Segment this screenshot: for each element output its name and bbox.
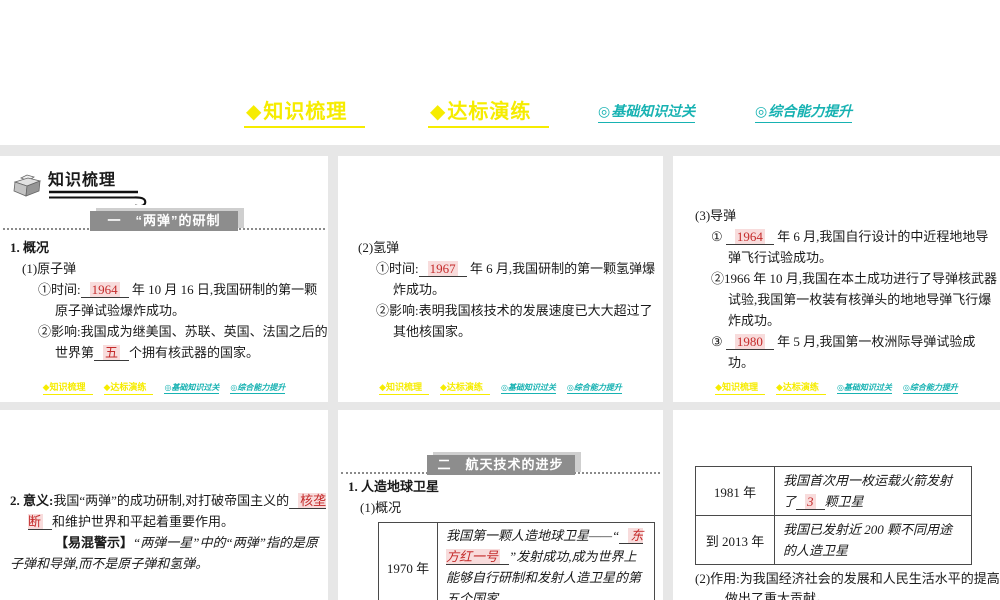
fact-line: ①时间: 1967 年 6 月,我国研制的第一颗氢弹爆炸成功。 [376,258,663,300]
topic-banner-row: 一 “两弹”的研制 [0,209,328,231]
mini-footer-nav: ◆知识梳理 ◆达标演练 ◎基础知识过关 ◎综合能力提升 [673,380,1000,395]
mini-nav-drill[interactable]: ◆达标演练 [103,380,154,395]
text-segment: ①时间: [376,261,419,276]
table-row: 1981 年 我国首次用一枚运载火箭发射了 3 颗卫星 [695,466,972,516]
text-segment: 我国“两弹”的成功研制,对打破帝国主义的 [53,493,290,508]
answer-blank: 1964 [80,282,129,298]
text-segment: ① [711,229,726,244]
answer-text: 五 [103,345,121,360]
ring-icon: ◎ [755,105,768,120]
heading-overview: 1. 概况 [10,240,50,255]
panel-missiles: (3)导弹 ① 1964 年 6 月,我国自行设计的中近程地地导弹飞行试验成功。… [673,156,1000,402]
event-cell: 我国首次用一枚运载火箭发射了 3 颗卫星 [774,466,972,516]
answer-text: 1980 [734,334,765,349]
mini-nav-comprehensive[interactable]: ◎综合能力提升 [566,382,622,394]
diamond-icon: ◆ [246,101,263,123]
role-line: (2)作用:为我国经济社会的发展和人民生活水平的提高做出了重大贡献。 [695,569,1000,600]
fact-line: ②影响:表明我国核技术的发展速度已大大超过了其他核国家。 [376,300,663,342]
text-segment: ①时间: [38,282,81,297]
text-segment: 我国第一颗人造地球卫星——“ [446,528,620,543]
fact-line: ②影响:我国成为继美国、苏联、英国、法国之后的世界第五个拥有核武器的国家。 [38,321,328,363]
answer-blank: 五 [94,345,130,361]
panel-atomic-bomb: 知识梳理 一 “两弹”的研制 1. 概况 (1)原子弹 ①时间: 1964 年 1… [0,156,328,402]
knowledge-cube-icon [13,174,42,197]
heading-satellite: 1. 人造地球卫星 [348,479,440,494]
nav-basic-knowledge[interactable]: ◎基础知识过关 [598,101,696,123]
mini-nav-basic[interactable]: ◎基础知识过关 [164,382,220,394]
table-row: 到 2013 年 我国已发射近 200 颗不同用途的人造卫星 [695,515,972,565]
nav-label: 达标演练 [447,101,532,123]
answer-text: 1964 [734,229,765,244]
year-cell: 1981 年 [695,466,775,516]
topic-banner-row: 二 航天技术的进步 [338,453,663,475]
fact-line: ②1966 年 10 月,我国在本土成功进行了导弹核武器试验,我国第一枚装有核弹… [711,268,1000,331]
answer-blank: 1967 [418,261,467,277]
panel-significance: 2. 意义:我国“两弹”的成功研制,对打破帝国主义的 核垄断 和维护世界和平起着重要… [0,410,328,600]
mini-footer-nav: ◆知识梳理 ◆达标演练 ◎基础知识过关 ◎综合能力提升 [0,380,328,395]
section-title: 知识梳理 [48,172,117,189]
satellite-timeline-table: 1970 年 我国第一颗人造地球卫星——“ 东方红一号 ”发射成功,成为世界上能够自… [378,522,655,600]
ring-icon: ◎ [598,105,611,120]
panel-satellite-launches: 1981 年 我国首次用一枚运载火箭发射了 3 颗卫星 到 2013 年 我国已发射… [673,410,1000,600]
mini-footer-nav: ◆知识梳理 ◆达标演练 ◎基础知识过关 ◎综合能力提升 [338,380,663,395]
mini-nav-drill[interactable]: ◆达标演练 [776,380,826,395]
warning-note: 【易混警示】“两弹一星”中的“两弹”指的是原子弹和导弹,而不是原子弹和氢弹。 [10,532,328,574]
text-segment: 2. 意义: [10,493,54,508]
text-segment: 我国已发射近 200 颗不同用途的人造卫星 [783,522,953,558]
event-cell: 我国已发射近 200 颗不同用途的人造卫星 [774,515,972,565]
text-segment: ③ [711,334,726,349]
diamond-icon: ◆ [430,101,447,123]
text-segment: ②影响:表明我国核技术的发展速度已大大超过了其他核国家。 [376,303,653,339]
answer-text: 1964 [89,282,120,297]
subheading-missile: (3)导弹 [695,208,737,223]
nav-label: 知识梳理 [263,101,348,123]
subheading-hydrogen: (2)氢弹 [358,240,400,255]
significance-line: 2. 意义:我国“两弹”的成功研制,对打破帝国主义的 核垄断 和维护世界和平起着重要… [10,490,328,532]
topic-banner: 二 航天技术的进步 [426,455,575,475]
text-segment: ②1966 年 10 月,我国在本土成功进行了导弹核武器试验,我国第一枚装有核弹… [711,271,998,328]
answer-text: 1967 [427,261,458,276]
mini-nav-comprehensive[interactable]: ◎综合能力提升 [230,382,286,394]
satellite-timeline-table: 1981 年 我国首次用一枚运载火箭发射了 3 颗卫星 到 2013 年 我国已发射… [695,466,972,565]
mini-nav-knowledge[interactable]: ◆知识梳理 [379,380,430,395]
nav-label: 综合能力提升 [768,105,853,120]
text-segment: 和维护世界和平起着重要作用。 [52,514,235,529]
mini-nav-drill[interactable]: ◆达标演练 [440,380,490,395]
text-segment: 颗卫星 [824,494,864,509]
fact-line: ①时间: 1964 年 10 月 16 日,我国研制的第一颗原子弹试验爆炸成功。 [38,279,328,321]
answer-text: 3 [805,494,816,509]
table-row: 1970 年 我国第一颗人造地球卫星——“ 东方红一号 ”发射成功,成为世界上能够自… [378,522,655,600]
nav-standard-drill[interactable]: ◆达标演练 [428,95,550,128]
mini-nav-basic[interactable]: ◎基础知识过关 [836,382,892,394]
section-header: 知识梳理 [12,172,328,205]
year-cell: 1970 年 [378,522,438,600]
title-underline-flourish [49,190,147,205]
subheading-overview: (1)概况 [360,500,402,515]
mini-nav-comprehensive[interactable]: ◎综合能力提升 [902,382,958,394]
panel-hydrogen-bomb: (2)氢弹 ①时间: 1967 年 6 月,我国研制的第一颗氢弹爆炸成功。 ②影响… [338,156,663,402]
nav-label: 基础知识过关 [611,105,696,120]
mini-nav-basic[interactable]: ◎基础知识过关 [500,382,556,394]
text-segment: 【易混警示】 [55,535,134,550]
answer-blank: 3 [796,494,825,510]
text-segment: 个拥有核武器的国家。 [129,345,260,360]
answer-blank: 1980 [725,334,774,350]
nav-knowledge-outline[interactable]: ◆知识梳理 [244,95,366,128]
answer-blank: 1964 [725,229,774,245]
mini-nav-knowledge[interactable]: ◆知识梳理 [42,380,93,395]
year-cell: 到 2013 年 [695,515,775,565]
panel-space-technology: 二 航天技术的进步 1. 人造地球卫星 (1)概况 1970 年 我国第一颗人造… [338,410,663,600]
fact-line: ③ 1980 年 5 月,我国第一枚洲际导弹试验成功。 [711,331,1000,373]
text-segment: (2)作用:为我国经济社会的发展和人民生活水平的提高做出了重大贡献。 [695,571,1000,600]
subheading-atomic: (1)原子弹 [22,261,77,276]
nav-comprehensive-ability[interactable]: ◎综合能力提升 [755,101,853,123]
event-cell: 我国第一颗人造地球卫星——“ 东方红一号 ”发射成功,成为世界上能够自行研制和发射人… [437,522,655,600]
fact-line: ① 1964 年 6 月,我国自行设计的中近程地地导弹飞行试验成功。 [711,226,1000,268]
mini-nav-knowledge[interactable]: ◆知识梳理 [715,380,766,395]
topic-banner: 一 “两弹”的研制 [90,211,238,231]
